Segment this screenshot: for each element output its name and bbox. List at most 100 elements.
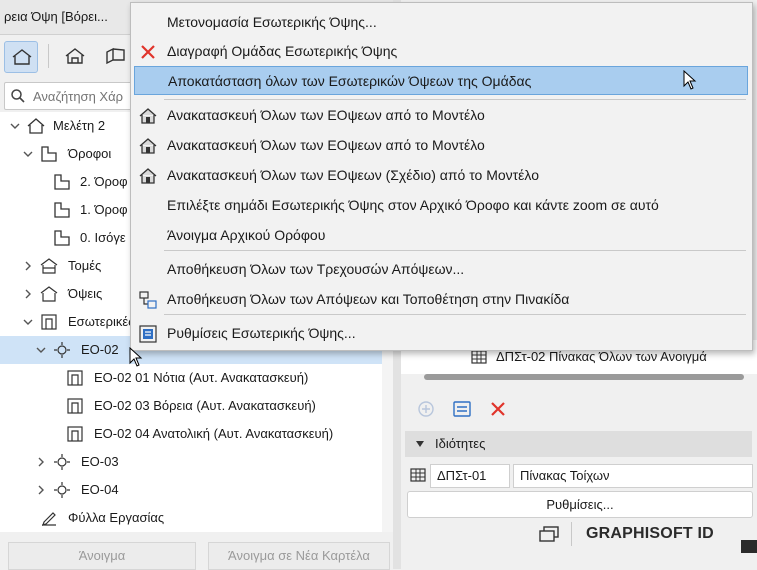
- menu-item-open-home-story[interactable]: Άνοιγμα Αρχικού Ορόφου: [134, 221, 748, 249]
- tree-item-ie-group-03[interactable]: ΕΟ-03: [0, 448, 382, 476]
- chevron-right-icon[interactable]: [35, 484, 47, 496]
- elevation-icon: [40, 286, 58, 302]
- schedule-icon: [471, 350, 487, 364]
- id-field[interactable]: ΔΠΣτ-01: [430, 464, 510, 488]
- menu-separator: [164, 314, 746, 315]
- chevron-down-icon[interactable]: [9, 120, 21, 132]
- chevron-right-icon[interactable]: [35, 456, 47, 468]
- properties-label: Ιδιότητες: [435, 436, 486, 451]
- add-icon[interactable]: [415, 398, 437, 420]
- delete-icon[interactable]: [487, 398, 509, 420]
- menu-item-label: Ανακατασκευή Όλων των ΕΟψεων από το Μοντ…: [167, 107, 485, 123]
- menu-item-rebuild-model[interactable]: Ανακατασκευή Όλων των ΕΟψεων από το Μοντ…: [134, 101, 748, 129]
- tree-item-label: Όψεις: [68, 286, 103, 301]
- name-value: Πίνακας Τοίχων: [520, 468, 610, 483]
- ie-group-icon: [54, 482, 70, 498]
- story-icon: [54, 230, 70, 246]
- chevron-down-icon[interactable]: [35, 344, 47, 356]
- menu-item-rebuild-drawing[interactable]: Ανακατασκευή Όλων των ΕΟψεων (Σχέδιο) απ…: [134, 161, 748, 189]
- mouse-cursor-icon: [129, 347, 143, 367]
- layout-book-button[interactable]: [98, 41, 130, 71]
- settings-icon: [139, 325, 157, 343]
- tree-item-label: ΕΟ-03: [81, 454, 119, 469]
- project-map-button[interactable]: [4, 41, 38, 73]
- context-menu: Μετονομασία Εσωτερικής Όψης... Διαγραφή …: [130, 2, 753, 351]
- menu-item-ie-settings[interactable]: Ρυθμίσεις Εσωτερικής Όψης...: [134, 319, 748, 347]
- menu-item-label: Ανακατασκευή Όλων των ΕΟψεων (Σχέδιο) απ…: [167, 167, 539, 183]
- menu-item-label: Αποθήκευση Όλων των Απόψεων και Τοποθέτη…: [167, 291, 570, 307]
- tree-item-label: 2. Όροφ: [80, 174, 128, 189]
- story-icon: [54, 202, 70, 218]
- tree-item-ie-view[interactable]: ΕΟ-02 04 Ανατολική (Αυτ. Ανακατασκευή): [0, 420, 382, 448]
- tree-item-label: 1. Όροφ: [80, 202, 128, 217]
- triangle-down-icon: [416, 441, 424, 447]
- open-in-new-tab-button[interactable]: Άνοιγμα σε Νέα Καρτέλα: [208, 542, 390, 570]
- settings-button[interactable]: Ρυθμίσεις...: [407, 491, 753, 518]
- view-map-button[interactable]: [58, 41, 90, 71]
- graphisoft-id-logo[interactable]: GRAPHISOFT ID: [586, 525, 714, 543]
- rebuild-icon: [139, 108, 157, 124]
- windows-icon[interactable]: [538, 525, 560, 543]
- rebuild-icon: [139, 168, 157, 184]
- view-map-icon: [65, 48, 85, 64]
- ie-group-icon: [54, 342, 70, 358]
- tree-item-ie-view[interactable]: ΕΟ-02 03 Βόρεια (Αυτ. Ανακατασκευή): [0, 392, 382, 420]
- tree-item-label: Όροφοι: [68, 146, 112, 161]
- chevron-right-icon[interactable]: [22, 260, 34, 272]
- menu-item-rebuild-model-2[interactable]: Ανακατασκευή Όλων των ΕΟψεων από το Μοντ…: [134, 131, 748, 159]
- tree-item-label: ΕΟ-02 01 Νότια (Αυτ. Ανακατασκευή): [94, 370, 309, 385]
- interior-elevation-icon: [67, 426, 83, 442]
- menu-item-delete-group[interactable]: Διαγραφή Ομάδας Εσωτερικής Όψης: [134, 37, 748, 65]
- worksheet-icon: [42, 512, 56, 526]
- horizontal-scrollbar[interactable]: [424, 374, 744, 380]
- menu-item-restore-all[interactable]: Αποκατάσταση όλων των Εσωτερικών Όψεων τ…: [134, 66, 748, 95]
- tree-item-label: ΕΟ-02 04 Ανατολική (Αυτ. Ανακατασκευή): [94, 426, 334, 441]
- menu-item-label: Αποθήκευση Όλων των Τρεχουσών Απόψεων...: [167, 261, 465, 277]
- list-settings-icon[interactable]: [451, 398, 473, 420]
- tree-item-ie-group-04[interactable]: ΕΟ-04: [0, 476, 382, 504]
- toolbar-divider: [48, 44, 49, 68]
- open-button[interactable]: Άνοιγμα: [8, 542, 196, 570]
- layout-list-item[interactable]: ΔΠΣτ-02 Πίνακας Όλων των Ανοιγμά: [496, 349, 707, 364]
- tree-item-ie-view[interactable]: ΕΟ-02 01 Νότια (Αυτ. Ανακατασκευή): [0, 364, 382, 392]
- tree-item-label: Τομές: [68, 258, 102, 273]
- layout-book-icon: [106, 47, 125, 65]
- interior-elevation-icon: [41, 314, 57, 330]
- tree-item-label: Φύλλα Εργασίας: [68, 510, 165, 525]
- id-value: ΔΠΣτ-01: [437, 468, 487, 483]
- stories-icon: [41, 146, 57, 162]
- properties-header[interactable]: Ιδιότητες: [405, 431, 752, 457]
- menu-item-label: Επιλέξτε σημάδι Εσωτερικής Όψης στον Αρχ…: [167, 197, 659, 213]
- interior-elevation-icon: [67, 398, 83, 414]
- menu-item-label: Ρυθμίσεις Εσωτερικής Όψης...: [167, 325, 356, 341]
- rebuild-icon: [139, 138, 157, 154]
- menu-item-save-current-views[interactable]: Αποθήκευση Όλων των Τρεχουσών Απόψεων...: [134, 255, 748, 283]
- tree-item-label: 0. Ισόγε: [80, 230, 126, 245]
- tree-item-label: ΕΟ-04: [81, 482, 119, 497]
- interior-elevation-icon: [67, 370, 83, 386]
- chevron-right-icon[interactable]: [22, 288, 34, 300]
- tree-item-label: ΕΟ-02: [81, 342, 119, 357]
- menu-separator: [164, 99, 746, 100]
- section-icon: [40, 258, 58, 274]
- mouse-cursor-icon: [683, 70, 697, 90]
- menu-item-label: Διαγραφή Ομάδας Εσωτερικής Όψης: [167, 43, 398, 59]
- status-divider: [571, 522, 572, 546]
- menu-item-label: Ανακατασκευή Όλων των ΕΟψεων από το Μοντ…: [167, 137, 485, 153]
- house-icon: [12, 49, 32, 65]
- story-icon: [54, 174, 70, 190]
- menu-item-select-marker-zoom[interactable]: Επιλέξτε σημάδι Εσωτερικής Όψης στον Αρχ…: [134, 191, 748, 219]
- menu-item-save-views-place-layout[interactable]: Αποθήκευση Όλων των Απόψεων και Τοποθέτη…: [134, 285, 748, 313]
- chevron-down-icon[interactable]: [22, 148, 34, 160]
- tree-item-label: Εσωτερικές: [68, 314, 135, 329]
- save-place-icon: [139, 291, 157, 309]
- menu-separator: [164, 250, 746, 251]
- corner-indicator: [741, 540, 757, 553]
- schedule-icon: [410, 468, 426, 482]
- name-field[interactable]: Πίνακας Τοίχων: [513, 464, 753, 488]
- tree-item-worksheets[interactable]: Φύλλα Εργασίας: [0, 504, 382, 532]
- menu-item-rename[interactable]: Μετονομασία Εσωτερικής Όψης...: [134, 8, 748, 36]
- delete-x-icon: [141, 45, 155, 59]
- ie-group-icon: [54, 454, 70, 470]
- chevron-down-icon[interactable]: [22, 316, 34, 328]
